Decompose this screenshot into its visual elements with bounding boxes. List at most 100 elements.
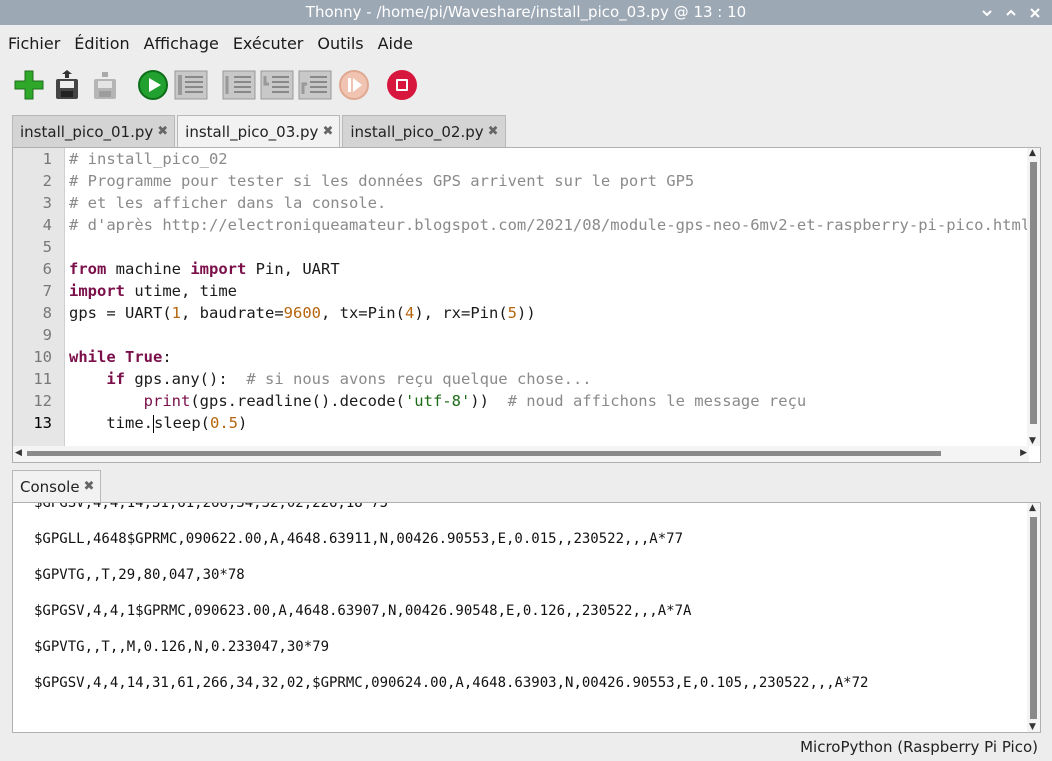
menu-executer[interactable]: Exécuter <box>233 34 304 53</box>
menu-outils[interactable]: Outils <box>317 34 363 53</box>
chevron-down-icon <box>982 9 992 16</box>
save-button[interactable] <box>50 68 84 102</box>
resume-icon <box>339 70 369 100</box>
close-tab-icon[interactable]: ✖ <box>322 124 333 139</box>
console-panel[interactable]: $GPGSV,4,4,14,31,61,266,34,32,02,226,18*… <box>12 502 1041 733</box>
resume-button <box>337 68 371 102</box>
close-tab-icon[interactable]: ✖ <box>84 479 95 494</box>
close-window-button[interactable] <box>1026 0 1044 25</box>
console-line: $GPGSV,4,4,14,31,61,266,34,32,02,226,18*… <box>34 502 389 511</box>
step-out-button <box>298 68 332 102</box>
tab-label: install_pico_01.py <box>20 122 154 141</box>
code-line: gps = UART(1, baudrate=9600, tx=Pin(4), … <box>69 302 1029 324</box>
maximize-button[interactable] <box>1002 0 1020 25</box>
code-line: import utime, time <box>69 280 1029 302</box>
scroll-down-icon[interactable]: ▼ <box>1029 436 1036 446</box>
debug-icon <box>174 70 208 100</box>
line-number: 1 <box>42 150 52 168</box>
line-number: 8 <box>42 304 52 322</box>
code-line: if gps.any(): # si nous avons reçu quelq… <box>69 368 1029 390</box>
run-button[interactable] <box>136 68 170 102</box>
toolbar <box>0 66 1052 104</box>
comment: # et les afficher dans la console. <box>69 194 387 212</box>
scroll-up-icon[interactable]: ▲ <box>1029 503 1036 513</box>
code-text[interactable]: # install_pico_02 # Programme pour teste… <box>69 148 1029 446</box>
close-tab-icon[interactable]: ✖ <box>157 124 168 139</box>
menu-affichage[interactable]: Affichage <box>144 34 219 53</box>
code-line-current: time.sleep(0.5) <box>69 412 1029 434</box>
line-number-gutter: 1 2 3 4 5 6 7 8 9 10 11 12 13 <box>13 148 65 446</box>
code-line: from machine import Pin, UART <box>69 258 1029 280</box>
menu-fichier[interactable]: Fichier <box>8 34 60 53</box>
code-token: )) <box>517 304 536 322</box>
number: 1 <box>171 304 181 322</box>
scroll-down-icon[interactable]: ▼ <box>1029 722 1036 732</box>
code-token: (gps.readline().decode( <box>190 392 405 410</box>
comment: # Programme pour tester si les données G… <box>69 172 695 190</box>
scroll-up-icon[interactable]: ▲ <box>1029 148 1036 158</box>
code-editor[interactable]: 1 2 3 4 5 6 7 8 9 10 11 12 13 # install_… <box>12 147 1041 463</box>
line-number: 7 <box>42 282 52 300</box>
line-number: 6 <box>42 260 52 278</box>
minimize-button[interactable] <box>978 0 996 25</box>
current-line-number: 13 <box>33 414 52 432</box>
window-title: Thonny - /home/pi/Waveshare/install_pico… <box>305 3 747 21</box>
line-number: 9 <box>42 326 52 344</box>
save-icon <box>56 70 78 99</box>
console-line: $GPVTG,,T,,M,0.126,N,0.233047,30*79 <box>34 639 330 655</box>
string: 'utf-8' <box>404 392 471 410</box>
code-line: # d'après http://electroniqueamateur.blo… <box>69 214 1029 236</box>
tab-install-pico-01[interactable]: install_pico_01.py ✖ <box>12 115 176 147</box>
console-line: $GPVTG,,T,29,80,047,30*78 <box>34 567 245 583</box>
tab-label: install_pico_03.py <box>185 122 319 141</box>
console-vertical-scrollbar[interactable]: ▲ ▼ <box>1027 503 1040 732</box>
number: 5 <box>507 304 517 322</box>
scroll-thumb[interactable] <box>1030 162 1037 424</box>
tab-install-pico-02[interactable]: install_pico_02.py ✖ <box>342 115 506 147</box>
keyword: from <box>69 260 107 278</box>
code-token: time. <box>69 414 153 432</box>
number: 4 <box>404 304 415 322</box>
code-token: gps = UART( <box>69 304 172 322</box>
editor-horizontal-scrollbar[interactable]: ◀ ▶ <box>13 446 1029 462</box>
tab-console[interactable]: Console ✖ <box>12 470 102 502</box>
interpreter-status[interactable]: MicroPython (Raspberry Pi Pico) <box>800 736 1038 758</box>
chevron-up-icon <box>1006 9 1016 16</box>
menu-aide[interactable]: Aide <box>378 34 413 53</box>
stop-button[interactable] <box>385 68 419 102</box>
menu-edition[interactable]: Édition <box>74 34 129 53</box>
new-file-icon <box>14 70 44 100</box>
keyword: True <box>125 348 163 366</box>
line-number: 12 <box>33 392 52 410</box>
code-token: Pin, UART <box>246 260 340 278</box>
new-file-button[interactable] <box>12 68 46 102</box>
tab-label: install_pico_02.py <box>350 122 484 141</box>
builtin: print <box>143 392 191 410</box>
scroll-thumb[interactable] <box>1030 517 1037 719</box>
stop-icon <box>387 70 417 100</box>
comment: # d'après http://electroniqueamateur.blo… <box>69 216 1029 234</box>
code-token: ) <box>238 414 248 432</box>
scroll-right-icon[interactable]: ▶ <box>1020 448 1027 458</box>
step-out-icon <box>298 70 332 100</box>
code-token: , baudrate= <box>181 304 284 322</box>
editor-vertical-scrollbar[interactable]: ▲ ▼ <box>1027 148 1040 446</box>
console-line: $GPGSV,4,4,1$GPRMC,090623.00,A,4648.6390… <box>34 603 692 619</box>
code-token: , tx=Pin( <box>320 304 405 322</box>
code-line: # et les afficher dans la console. <box>69 192 1029 214</box>
tab-install-pico-03[interactable]: install_pico_03.py ✖ <box>177 115 341 147</box>
close-tab-icon[interactable]: ✖ <box>488 124 499 139</box>
step-over-icon <box>222 70 256 100</box>
scroll-left-icon[interactable]: ◀ <box>15 448 22 458</box>
step-into-icon <box>260 70 294 100</box>
save-as-button <box>88 68 122 102</box>
keyword: import <box>190 260 247 278</box>
number: 0.5 <box>210 414 238 432</box>
menu-bar: Fichier Édition Affichage Exécuter Outil… <box>0 25 1052 61</box>
line-number: 2 <box>42 172 52 190</box>
scroll-thumb[interactable] <box>27 451 941 456</box>
keyword: import <box>69 282 125 300</box>
